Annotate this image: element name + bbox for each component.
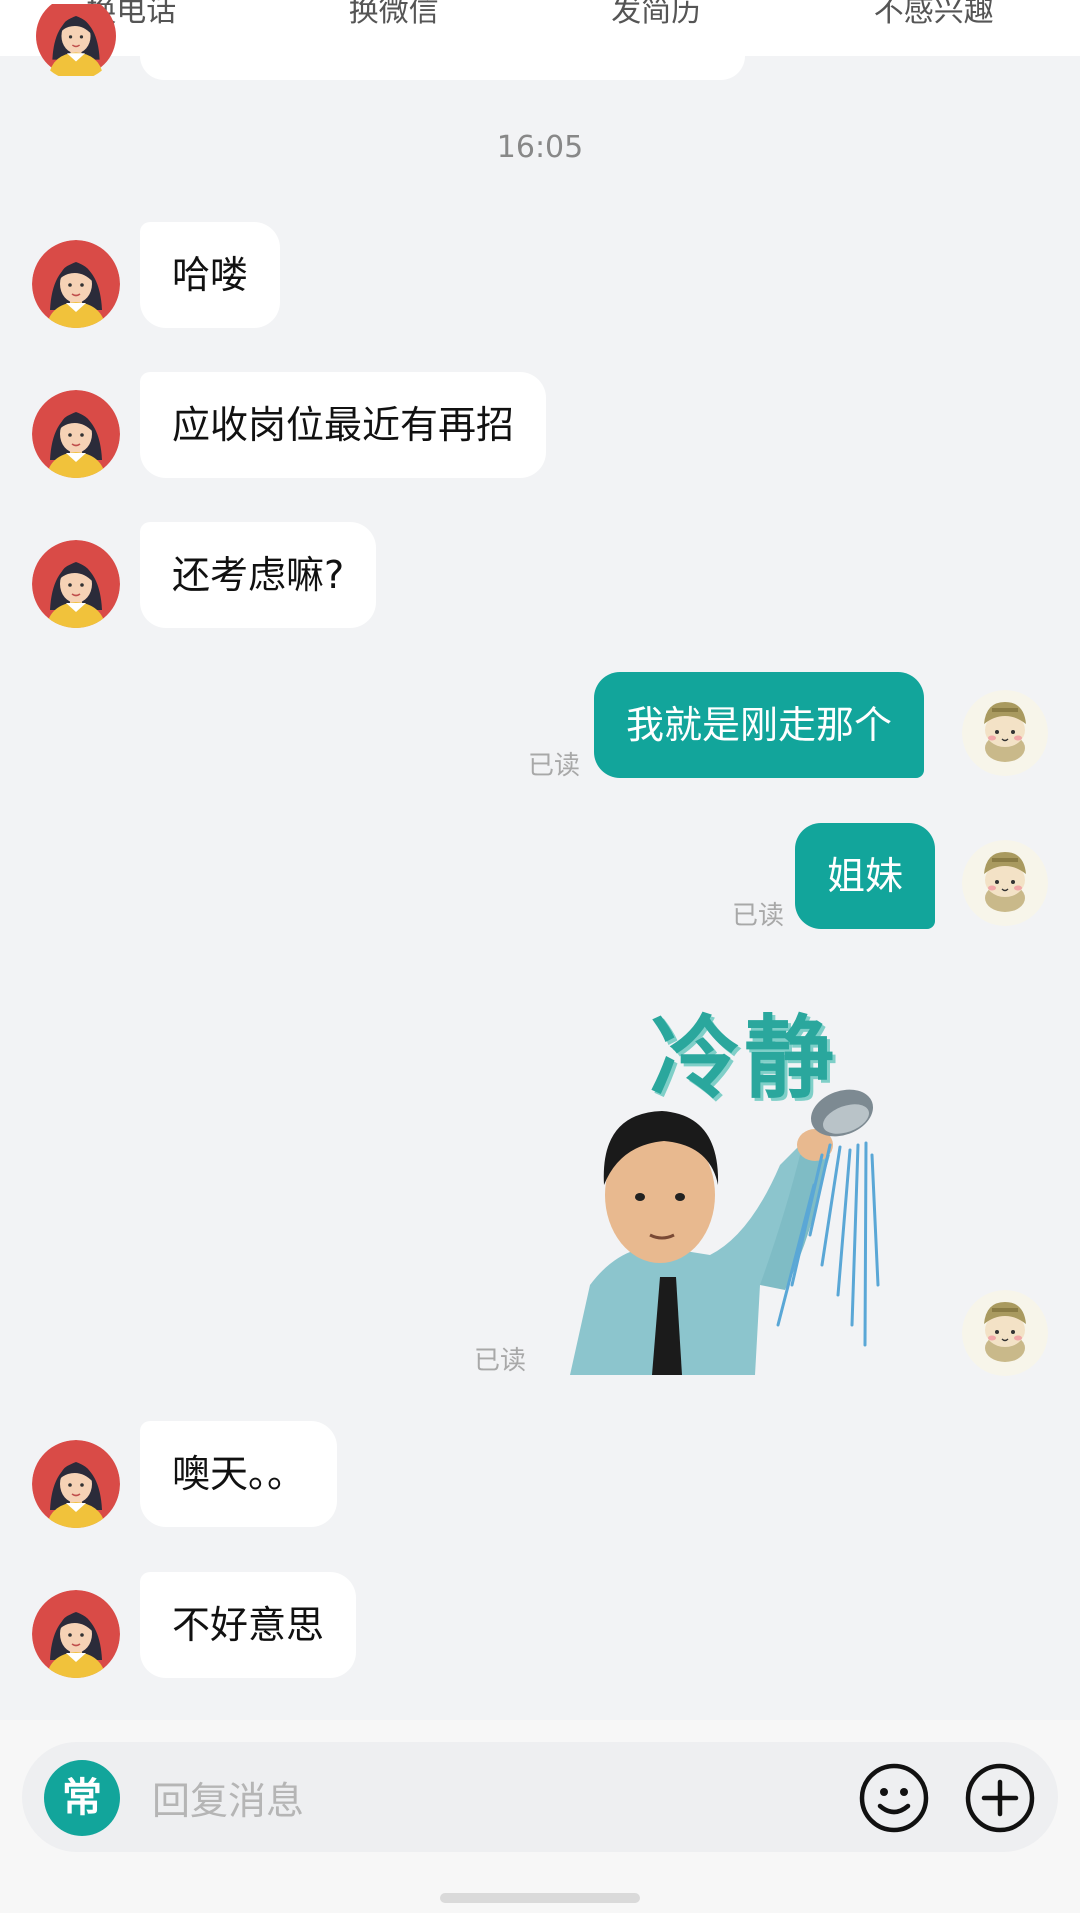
- sticker-image: [570, 1089, 880, 1375]
- read-status: 已读: [474, 1346, 527, 1376]
- common-phrases-button[interactable]: 常: [44, 1760, 120, 1836]
- read-status: 已读: [732, 901, 785, 931]
- plus-icon[interactable]: [964, 1762, 1036, 1834]
- message-bubble-in[interactable]: 还考虑嘛?: [140, 522, 377, 628]
- recruiter-avatar[interactable]: [32, 240, 120, 328]
- message-bubble-out[interactable]: 我就是刚走那个: [594, 672, 925, 778]
- recruiter-avatar[interactable]: [32, 540, 120, 628]
- send-resume-button[interactable]: 发简历: [591, 0, 721, 30]
- change-wechat-button[interactable]: 换微信: [329, 0, 459, 30]
- partial-avatar: [36, 4, 116, 80]
- self-avatar[interactable]: [962, 1290, 1048, 1376]
- home-indicator: [440, 1893, 640, 1903]
- recruiter-avatar[interactable]: [32, 1440, 120, 1528]
- message-bubble-in[interactable]: 哈喽: [140, 222, 281, 328]
- recruiter-avatar[interactable]: [32, 1590, 120, 1678]
- not-interested-button[interactable]: 不感兴趣: [854, 0, 1014, 30]
- read-status: 已读: [528, 751, 581, 781]
- self-avatar[interactable]: [962, 840, 1048, 926]
- partial-message-bubble: [140, 40, 745, 80]
- self-avatar[interactable]: [962, 690, 1048, 776]
- message-bubble-in[interactable]: 不好意思: [140, 1572, 357, 1678]
- emoji-icon[interactable]: [858, 1762, 930, 1834]
- message-timestamp: 16:05: [496, 130, 584, 165]
- message-bubble-out[interactable]: 姐妹: [795, 823, 936, 929]
- reply-input[interactable]: [150, 1770, 834, 1832]
- message-bubble-in[interactable]: 噢天。。: [140, 1421, 338, 1527]
- recruiter-avatar[interactable]: [32, 390, 120, 478]
- calm-sticker[interactable]: 冷静: [560, 985, 920, 1375]
- message-bubble-in[interactable]: 应收岗位最近有再招: [140, 372, 547, 478]
